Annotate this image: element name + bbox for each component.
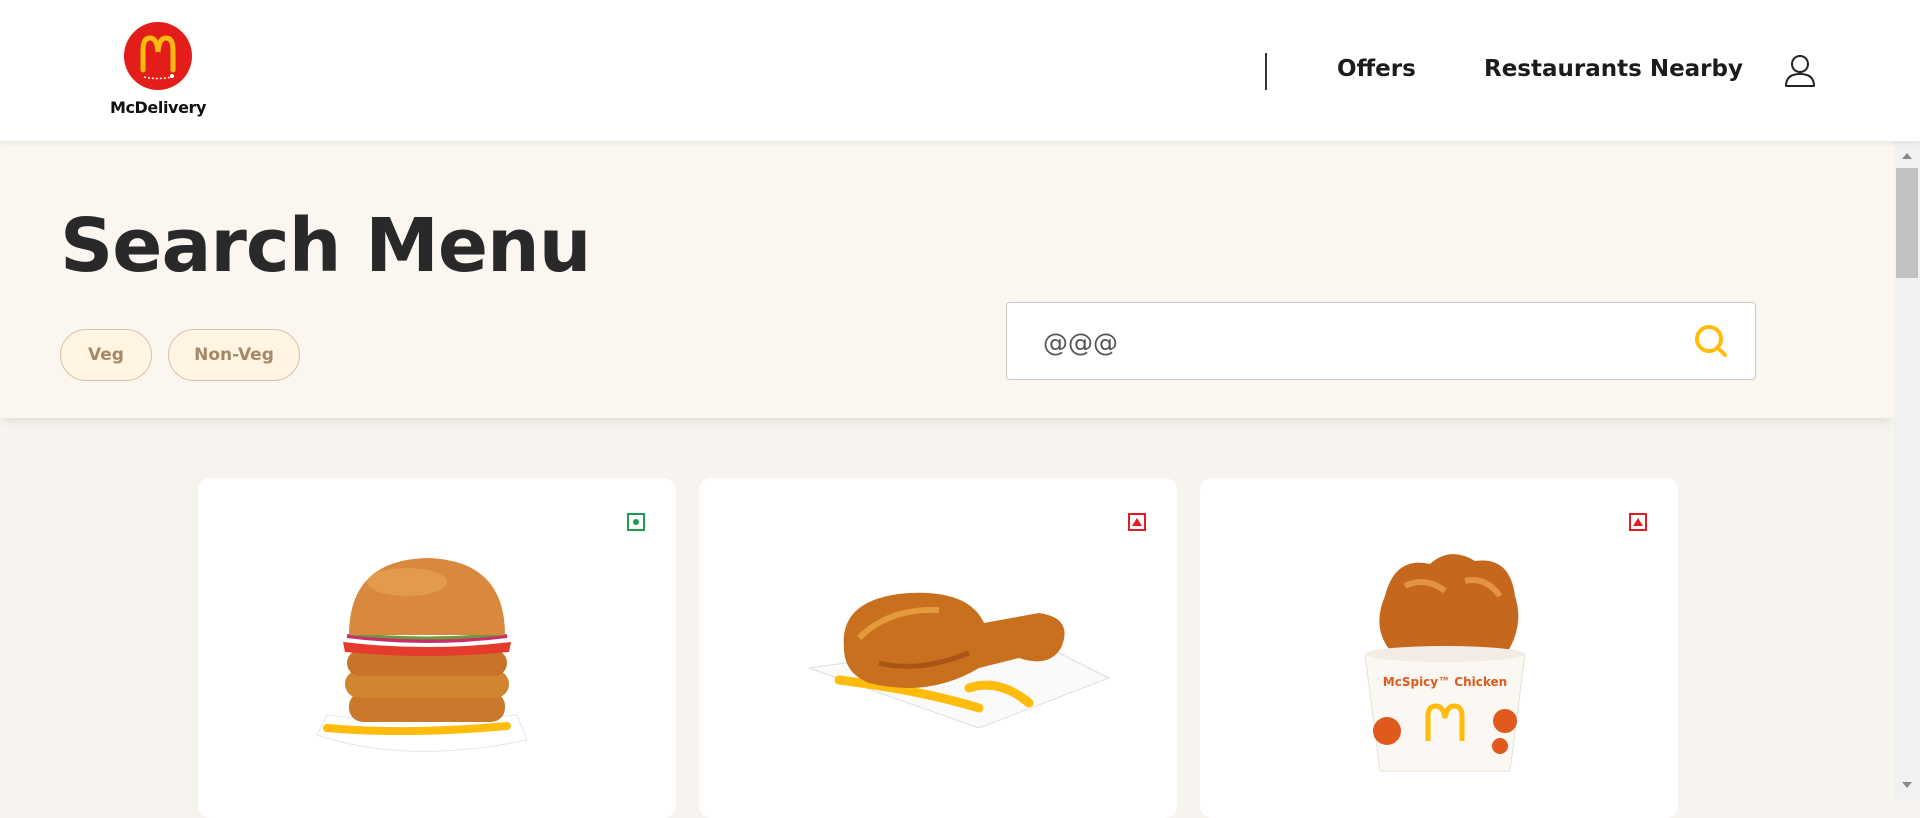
fried-chicken-leg-image — [799, 568, 1119, 732]
bucket-label: McSpicy™ Chicken — [1383, 675, 1507, 689]
product-card[interactable] — [198, 478, 676, 818]
nav-restaurants-nearby-link[interactable]: Restaurants Nearby — [1484, 56, 1743, 82]
search-box — [1006, 302, 1756, 380]
non-veg-indicator-icon — [1128, 513, 1146, 531]
page-scrollbar[interactable] — [1894, 141, 1920, 800]
brand-name: McDelivery — [109, 98, 207, 117]
filter-veg-chip[interactable]: Veg — [60, 329, 152, 381]
product-card[interactable] — [699, 478, 1177, 818]
chicken-bucket-image: McSpicy™ Chicken — [1335, 546, 1555, 790]
nav-divider — [1265, 53, 1267, 90]
burger-image — [287, 530, 587, 764]
scroll-down-arrow-icon[interactable] — [1902, 782, 1912, 788]
nav-offers-link[interactable]: Offers — [1337, 56, 1416, 82]
search-hero: Search Menu Veg Non-Veg — [0, 141, 1894, 418]
scrollbar-thumb[interactable] — [1896, 168, 1918, 278]
product-card[interactable]: McSpicy™ Chicken — [1200, 478, 1678, 818]
top-navigation-bar: McDelivery Offers Restaurants Nearby — [0, 0, 1920, 141]
scroll-up-arrow-icon[interactable] — [1902, 153, 1912, 159]
brand-logo[interactable]: McDelivery — [108, 22, 208, 117]
user-icon[interactable] — [1784, 54, 1816, 88]
page-title: Search Menu — [60, 203, 591, 289]
filter-non-veg-chip[interactable]: Non-Veg — [168, 329, 300, 381]
search-input[interactable] — [1041, 321, 1665, 363]
search-icon[interactable] — [1693, 323, 1729, 359]
golden-arches-icon — [124, 22, 192, 90]
veg-indicator-icon — [627, 513, 645, 531]
non-veg-indicator-icon — [1629, 513, 1647, 531]
